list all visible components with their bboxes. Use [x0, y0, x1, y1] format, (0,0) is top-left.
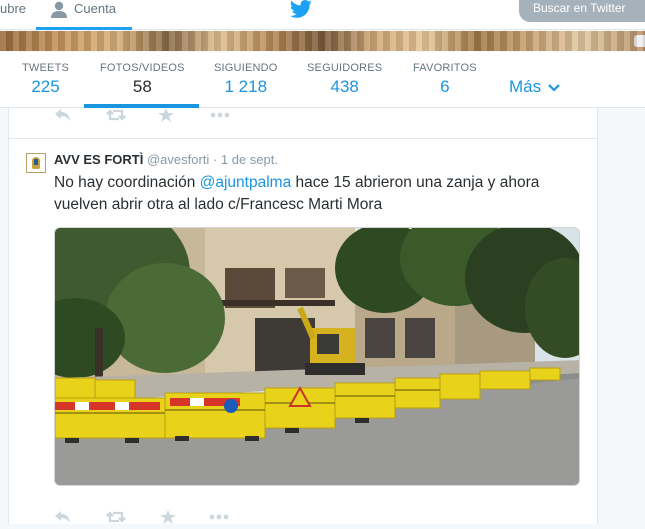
stat-tweets[interactable]: TWEETS 225: [22, 62, 69, 97]
twitter-bird-icon[interactable]: [289, 0, 313, 23]
nav-item-prev[interactable]: ubre: [0, 0, 26, 30]
stat-label: SIGUIENDO: [214, 62, 278, 74]
stat-label: FOTOS/VIDEOS: [100, 62, 185, 74]
avatar[interactable]: [26, 153, 46, 173]
tweet-text-before: No hay coordinación: [54, 174, 200, 191]
more-button[interactable]: Más: [509, 77, 560, 97]
tweet-divider: [9, 138, 597, 139]
user-icon: [50, 1, 68, 23]
stat-value: 438: [330, 77, 359, 96]
stat-favorites[interactable]: FAVORITOS 6: [413, 62, 477, 97]
more-label: Más: [509, 77, 542, 96]
stat-value: 58: [132, 77, 152, 96]
profile-banner: [0, 31, 645, 51]
stat-value: 6: [440, 77, 450, 96]
nav-item-account[interactable]: Cuenta: [36, 0, 132, 30]
nav-item-prev-label: ubre: [0, 1, 27, 16]
timeline: AVV ES FORTÌ @avesforti · 1 de sept. No …: [8, 108, 598, 524]
tweet-header: AVV ES FORTÌ @avesforti · 1 de sept.: [54, 152, 278, 167]
retweet-icon[interactable]: [106, 510, 126, 529]
tweet-date[interactable]: 1 de sept.: [221, 152, 278, 167]
stat-label: TWEETS: [22, 62, 70, 74]
stat-value: 1 218: [224, 77, 268, 96]
more-icon[interactable]: [209, 510, 229, 529]
retweet-icon[interactable]: [106, 108, 126, 127]
banner-edit-button[interactable]: [634, 35, 645, 47]
stat-followers[interactable]: SEGUIDORES 438: [307, 62, 382, 97]
more-icon[interactable]: [210, 108, 230, 127]
top-navigation: ubre Cuenta Buscar en Twitter: [0, 0, 645, 30]
search-button[interactable]: Buscar en Twitter: [519, 0, 645, 22]
chevron-down-icon: [546, 77, 560, 96]
stat-label: FAVORITOS: [413, 62, 477, 74]
stat-label: SEGUIDORES: [307, 62, 383, 74]
profile-stats-nav: TWEETS 225 FOTOS/VIDEOS 58 SIGUIENDO 1 2…: [0, 52, 645, 108]
tweet-author-name[interactable]: AVV ES FORTÌ: [54, 152, 143, 167]
favorite-icon[interactable]: [160, 510, 176, 529]
tweet-author-handle[interactable]: @avesforti: [147, 152, 209, 167]
tweet-dot: ·: [212, 152, 218, 167]
stat-value: 225: [31, 77, 60, 96]
reply-icon[interactable]: [54, 108, 72, 127]
nav-item-account-label: Cuenta: [74, 1, 116, 16]
tweet-text: No hay coordinación @ajuntpalma hace 15 …: [54, 172, 574, 216]
stat-following[interactable]: SIGUIENDO 1 218: [214, 62, 278, 97]
stat-photos-videos[interactable]: FOTOS/VIDEOS 58: [100, 62, 185, 97]
tweet-photo[interactable]: [54, 227, 580, 486]
reply-icon[interactable]: [54, 510, 72, 529]
favorite-icon[interactable]: [158, 108, 174, 127]
tweet-mention[interactable]: @ajuntpalma: [200, 174, 292, 191]
